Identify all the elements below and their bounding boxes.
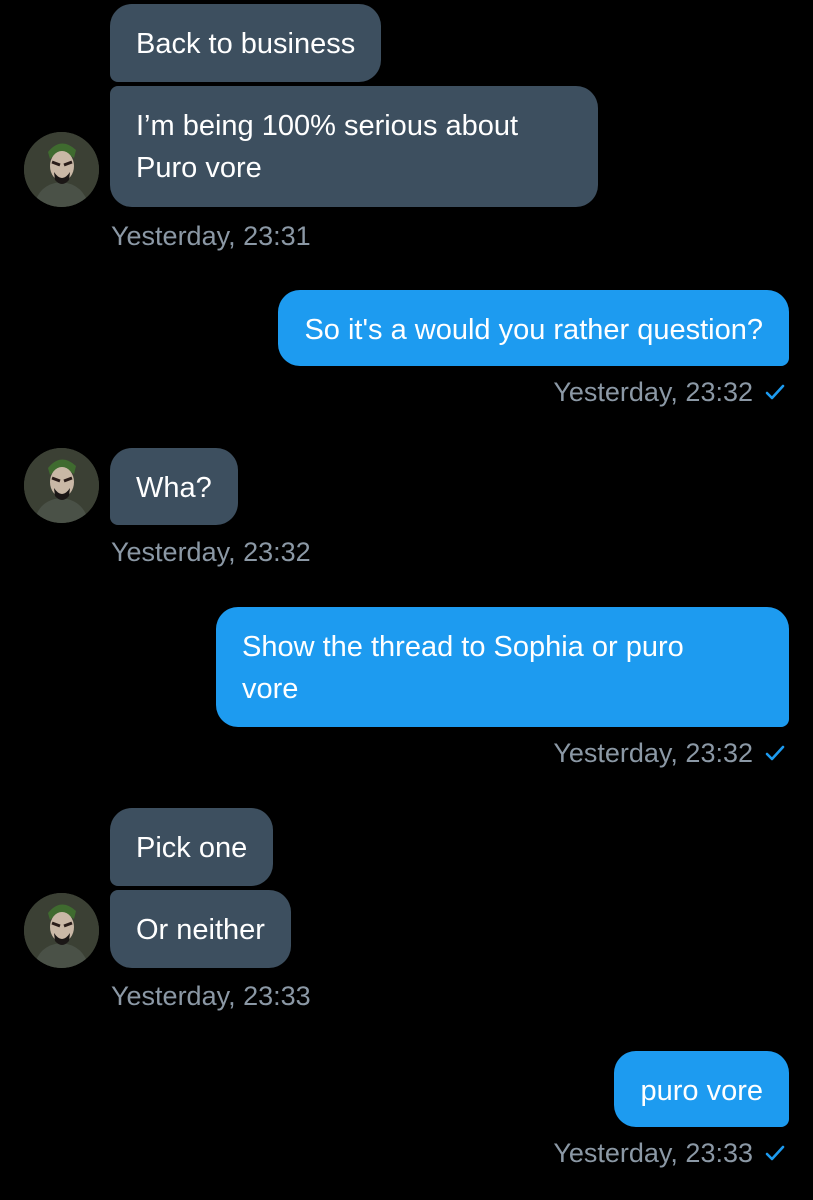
check-icon (765, 384, 785, 400)
timestamp-text: Yesterday, 23:32 (553, 377, 753, 407)
message-text: I’m being 100% serious about Puro vore (136, 110, 519, 184)
message-text-line: Show the thread to Sophia or puro (242, 631, 684, 663)
timestamp-text: Yesterday, 23:32 (553, 738, 753, 768)
message-text: Back to business (136, 28, 356, 60)
message-bubble-outgoing[interactable]: So it's a would you rather question? (278, 290, 789, 366)
message-bubble-incoming[interactable]: Wha? (110, 448, 238, 525)
message-text: Or neither (136, 914, 265, 946)
message-timestamp: Yesterday, 23:31 (111, 221, 311, 251)
avatar[interactable] (24, 132, 99, 207)
user-avatar-icon (24, 893, 99, 968)
avatar[interactable] (24, 893, 99, 968)
message-timestamp: Yesterday, 23:32 (111, 537, 311, 567)
message-timestamp: Yesterday, 23:32 (553, 737, 785, 769)
check-icon (765, 1145, 785, 1161)
message-text: Wha? (136, 472, 212, 504)
message-text-line: vore (242, 673, 299, 705)
message-text: Pick one (136, 832, 248, 864)
message-text: puro vore (640, 1075, 763, 1107)
message-bubble-outgoing[interactable]: puro vore (614, 1051, 789, 1127)
message-bubble-outgoing[interactable]: Show the thread to Sophia or puro vore (216, 607, 789, 727)
message-bubble-incoming[interactable]: Or neither (110, 890, 291, 968)
message-bubble-incoming[interactable]: Back to business (110, 4, 382, 82)
message-timestamp: Yesterday, 23:33 (553, 1137, 785, 1169)
message-bubble-incoming[interactable]: I’m being 100% serious about Puro vore (110, 86, 598, 207)
timestamp-text: Yesterday, 23:33 (553, 1138, 753, 1168)
message-text: So it's a would you rather question? (304, 314, 763, 346)
user-avatar-icon (24, 448, 99, 523)
avatar[interactable] (24, 448, 99, 523)
message-timestamp: Yesterday, 23:33 (111, 981, 311, 1011)
message-timestamp: Yesterday, 23:32 (553, 376, 785, 408)
user-avatar-icon (24, 132, 99, 207)
check-icon (765, 745, 785, 761)
message-bubble-incoming[interactable]: Pick one (110, 808, 274, 886)
